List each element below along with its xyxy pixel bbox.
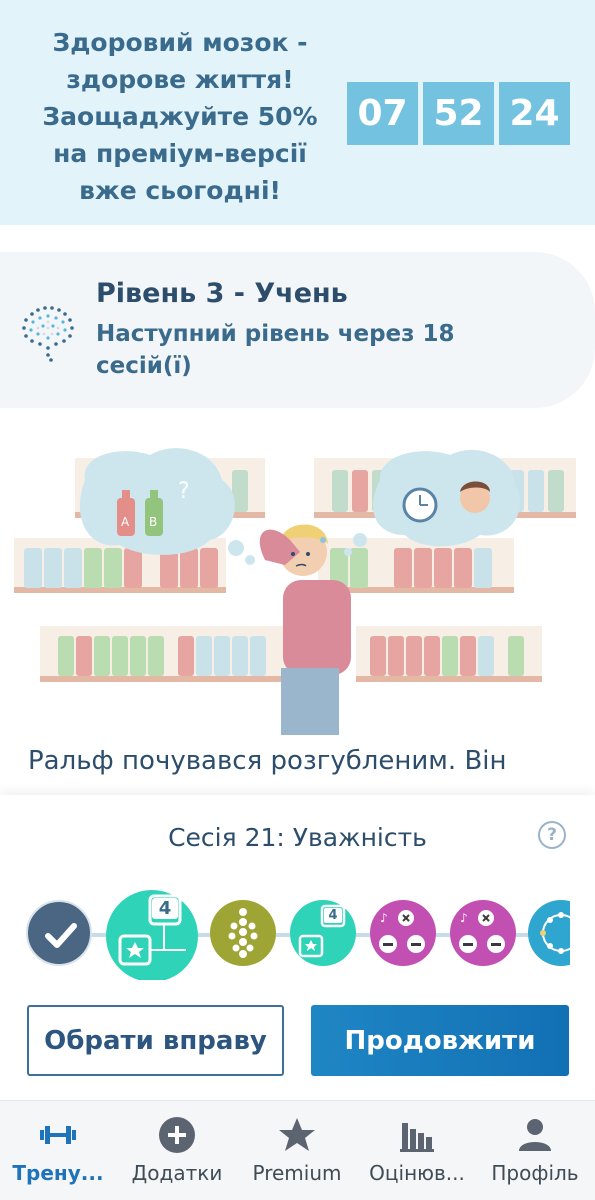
countdown-timer: 07 52 24 (347, 82, 570, 145)
svg-text:A: A (121, 515, 130, 529)
svg-text:?: ? (178, 479, 190, 504)
nav-item-profile[interactable]: Профіль (475, 1115, 595, 1185)
nav-label-addons: Додатки (131, 1161, 223, 1185)
nav-label-premium: Premium (252, 1161, 342, 1185)
shelf-middle-right (318, 538, 514, 593)
shelf-bottom-right (356, 626, 542, 682)
choose-exercise-button[interactable]: Обрати вправу (27, 1005, 284, 1076)
story-illustration: A B ? (14, 448, 576, 735)
game-phone-notes[interactable]: ♪ (370, 900, 436, 966)
nav-item-training[interactable]: Трену... (0, 1115, 118, 1185)
help-icon[interactable]: ? (538, 821, 566, 849)
game-completed[interactable] (26, 900, 92, 966)
bottom-navigation: Трену... Додатки Premium Оцінюв... Профі… (0, 1100, 595, 1200)
brain-dots-icon (22, 306, 74, 362)
star-icon (279, 1118, 315, 1151)
timer-hours: 07 (347, 82, 418, 145)
phone-notes-icon: ♪ (459, 910, 505, 953)
promo-text: Здоровий мозок - здорове життя! Заощаджу… (42, 28, 318, 205)
nav-label-profile: Профіль (491, 1161, 579, 1185)
game-tree-dots[interactable] (210, 900, 276, 966)
timer-seconds: 24 (499, 82, 570, 145)
game-badge: 4 (152, 898, 178, 919)
nav-item-assessment[interactable]: Оцінюв... (357, 1115, 477, 1185)
session-games-carousel[interactable]: 4 4 ♪ ♪ (0, 890, 570, 980)
svg-text:♪: ♪ (460, 911, 468, 925)
game-network[interactable] (528, 900, 570, 966)
story-text: Ральф почувався розгубленим. Він (28, 746, 507, 776)
continue-button[interactable]: Продовжити (311, 1005, 569, 1076)
timer-minutes: 52 (423, 82, 494, 145)
level-card[interactable]: Рівень 3 - Учень Наступний рівень через … (0, 252, 595, 408)
promo-banner[interactable]: Здоровий мозок - здорове життя! Заощаджу… (0, 0, 595, 225)
nav-label-assessment: Оцінюв... (369, 1161, 465, 1185)
plus-circle-icon (159, 1117, 195, 1153)
nav-label-training: Трену... (12, 1161, 104, 1185)
nav-item-addons[interactable]: Додатки (117, 1115, 237, 1185)
svg-text:♪: ♪ (380, 911, 388, 925)
check-icon (45, 923, 77, 948)
card-star-icon (298, 904, 346, 958)
dumbbell-icon (40, 1126, 76, 1144)
game-card-star[interactable]: 4 (290, 900, 356, 966)
tree-dots-icon (228, 908, 258, 958)
phone-notes-icon: ♪ (379, 910, 425, 953)
svg-text:B: B (149, 515, 157, 529)
session-title: Сесія 21: Уважність (168, 823, 427, 852)
bar-chart-icon (400, 1123, 434, 1152)
person-icon (519, 1119, 551, 1151)
shelf-bottom-left (40, 626, 286, 682)
network-icon (540, 912, 570, 954)
nav-item-premium[interactable]: Premium (237, 1115, 357, 1185)
game-badge: 4 (324, 908, 342, 923)
game-card-star-current[interactable]: 4 (106, 890, 198, 980)
session-panel: Сесія 21: Уважність ? 4 4 ♪ ♪ Обрати впр… (0, 795, 595, 1100)
level-title: Рівень 3 - Учень (96, 278, 348, 309)
game-phone-notes[interactable]: ♪ (450, 900, 516, 966)
level-progress-text: Наступний рівень через 18 сесій(ї) (96, 321, 455, 379)
